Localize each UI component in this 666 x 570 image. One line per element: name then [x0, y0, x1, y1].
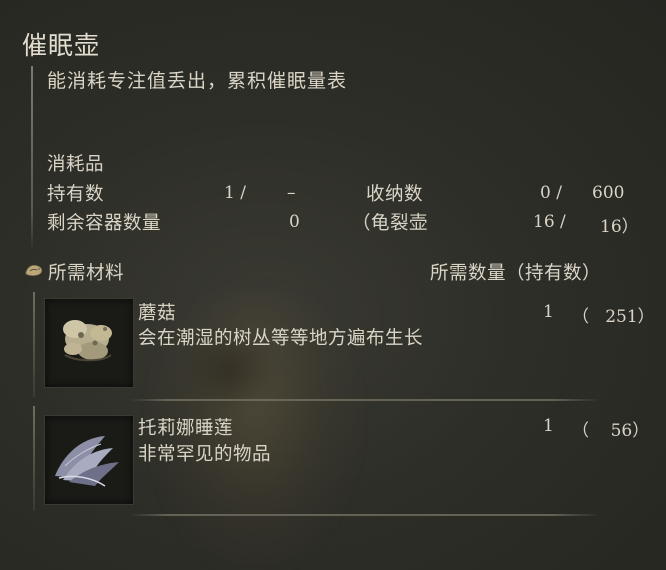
material-owned-quantity: （ 56） [572, 421, 650, 441]
held-count-label: 持有数 [47, 184, 105, 205]
material-owned-quantity: （ 251） [572, 307, 655, 327]
cracked-pot-max: 16） [600, 217, 639, 237]
material-required-quantity: 1 [543, 416, 554, 436]
title-divider-line [31, 66, 33, 251]
item-title: 催眠壶 [22, 31, 101, 60]
material-required-quantity: 1 [543, 302, 554, 322]
held-count-value: 1 / [224, 183, 246, 203]
material-row-accent [33, 406, 35, 511]
storage-count-max: 600 [592, 183, 625, 203]
material-name: 托莉娜睡莲 [138, 418, 234, 439]
required-quantity-header: 所需数量（持有数） [430, 263, 602, 284]
material-row-divider [130, 399, 600, 401]
cracked-pot-value: 16 / [533, 212, 566, 232]
material-thumbnail [44, 298, 134, 388]
material-description: 非常罕见的物品 [138, 444, 272, 465]
item-category: 消耗品 [47, 154, 105, 175]
materials-icon [25, 264, 43, 276]
materials-header-label: 所需材料 [48, 263, 125, 284]
storage-count-label: 收纳数 [366, 184, 424, 205]
material-name: 蘑菇 [138, 303, 177, 324]
material-row-divider [130, 514, 600, 516]
material-description: 会在潮湿的树丛等等地方遍布生长 [138, 328, 424, 349]
material-row-accent [33, 292, 35, 397]
trina-lily-icon [55, 436, 119, 487]
storage-count-value: 0 / [540, 183, 562, 203]
item-description: 能消耗专注值丢出，累积催眠量表 [47, 70, 348, 92]
remaining-containers-label: 剩余容器数量 [47, 213, 162, 234]
held-count-max: – [287, 183, 296, 203]
material-thumbnail [44, 415, 134, 505]
cracked-pot-label: （龟裂壶 [352, 213, 429, 234]
remaining-containers-value: 0 [289, 212, 300, 232]
mushroom-icon [63, 320, 112, 362]
